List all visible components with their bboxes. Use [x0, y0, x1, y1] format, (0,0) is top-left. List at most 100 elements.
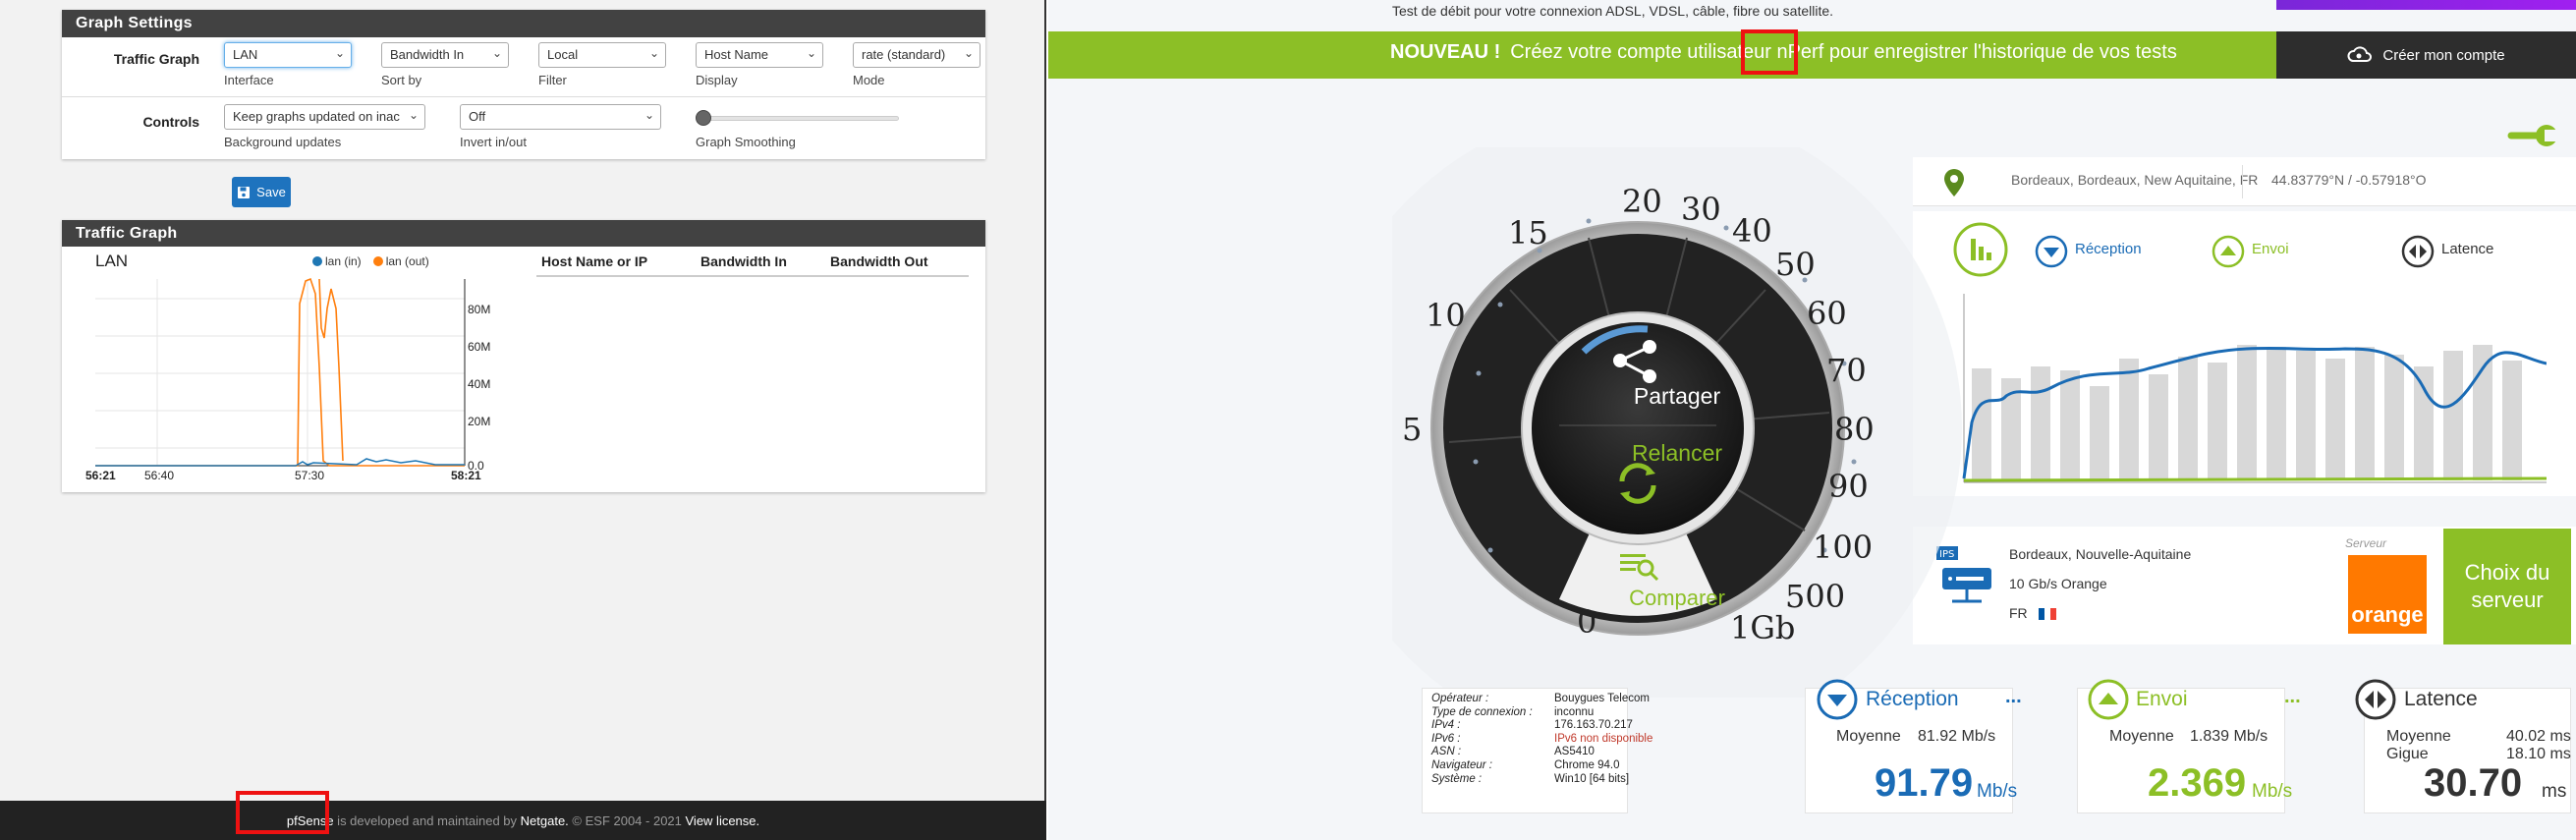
- save-icon: [238, 186, 251, 198]
- upload-icon: [2088, 679, 2129, 720]
- dial-label: 50: [1775, 246, 1816, 283]
- background-updates-select[interactable]: Keep graphs updated on inac ⌄: [224, 104, 425, 130]
- latency-icon[interactable]: [2401, 235, 2435, 268]
- legend-in-label: lan (in): [325, 254, 362, 268]
- nperf-window: Test de débit pour votre connexion ADSL,…: [1048, 0, 2576, 840]
- traffic-chart: [95, 277, 466, 467]
- filter-select[interactable]: Local ⌄: [538, 42, 666, 68]
- latency-icon: [2355, 679, 2396, 720]
- graph-settings-panel: Graph Settings Traffic Graph LAN ⌄ Interf…: [62, 10, 985, 159]
- series-in: [95, 458, 465, 467]
- invert-select[interactable]: Off ⌄: [460, 104, 661, 130]
- create-account-button[interactable]: Créer mon compte: [2276, 31, 2576, 79]
- smoothing-slider-handle[interactable]: [696, 110, 711, 126]
- highlight-box: [236, 791, 329, 834]
- info-key: IPv4 :: [1431, 719, 1461, 732]
- mode-select[interactable]: rate (standard) ⌄: [853, 42, 980, 68]
- upload-icon[interactable]: [2212, 235, 2245, 268]
- comparer-button[interactable]: Comparer: [1598, 586, 1756, 611]
- col-host: Host Name or IP: [541, 253, 648, 269]
- license-link[interactable]: View license.: [686, 813, 760, 828]
- invert-value: Off: [469, 109, 486, 124]
- filter-value: Local: [547, 47, 579, 62]
- envoi-value: 2.369: [2148, 761, 2247, 805]
- latence-unit: ms: [2542, 781, 2567, 802]
- chevron-down-icon: ⌄: [644, 108, 654, 122]
- envoi-unit: Mb/s: [2252, 781, 2293, 802]
- chevron-down-icon: ⌄: [963, 46, 974, 60]
- download-icon[interactable]: [2035, 235, 2068, 268]
- pfsense-window: Graph Settings Traffic Graph LAN ⌄ Interf…: [0, 0, 1046, 840]
- y-tick: 40M: [468, 377, 491, 391]
- server-city: Bordeaux, Nouvelle-Aquitaine: [2009, 546, 2192, 562]
- create-account-label: Créer mon compte: [2382, 46, 2505, 64]
- choose-server-button[interactable]: Choix du serveur: [2443, 529, 2571, 644]
- save-label: Save: [256, 185, 286, 199]
- server-name: 10 Gb/s Orange: [2009, 576, 2107, 591]
- server-country: FR: [2009, 605, 2028, 621]
- y-tick: 60M: [468, 340, 491, 354]
- info-key: IPv6 :: [1431, 732, 1461, 745]
- save-button[interactable]: Save: [232, 177, 291, 207]
- smoothing-slider[interactable]: [698, 116, 899, 121]
- x-tick: 58:21: [451, 469, 481, 482]
- table-header-rule: [536, 275, 969, 277]
- relancer-button[interactable]: Relancer: [1598, 440, 1756, 467]
- sort-by-select[interactable]: Bandwidth In ⌄: [381, 42, 509, 68]
- traffic-graph-panel: Traffic Graph LAN lan (in) lan (out) 80M…: [62, 220, 985, 492]
- banner-text-before: Créez votre compte utilisateur: [1510, 41, 1777, 63]
- dial-label: 0: [1577, 603, 1597, 641]
- share-button[interactable]: Partager: [1598, 383, 1756, 410]
- reception-title: Réception: [1866, 688, 1959, 710]
- footer-text: is developed and maintained by: [333, 812, 521, 828]
- dial-label: 100: [1813, 529, 1874, 566]
- envoi-avg-label: Moyenne: [2109, 728, 2174, 745]
- location-bar: Bordeaux, Bordeaux, New Aquitaine, FR 44…: [1913, 157, 2576, 206]
- chevron-down-icon: ⌄: [491, 46, 502, 60]
- divider: [2242, 165, 2243, 198]
- netgate-link[interactable]: Netgate.: [521, 813, 569, 828]
- interface-caption: Interface: [224, 73, 274, 87]
- latence-avg: 40.02 ms: [2506, 728, 2571, 745]
- jitter-label: Gigue: [2386, 746, 2429, 762]
- info-value: inconnu: [1554, 705, 1595, 718]
- latence-avg-label: Moyenne: [2386, 728, 2451, 745]
- reception-more[interactable]: ...: [2005, 686, 2022, 708]
- sort-by-value: Bandwidth In: [390, 47, 465, 62]
- legend-reception: Réception: [2075, 241, 2142, 257]
- legend-latence: Latence: [2441, 241, 2494, 257]
- chevron-down-icon: ⌄: [648, 46, 659, 60]
- pfsense-footer: pfSense is developed and maintained by N…: [0, 801, 1046, 840]
- dial-label: 90: [1828, 468, 1869, 505]
- divider: [62, 96, 985, 97]
- dial-label: 60: [1807, 295, 1847, 332]
- info-key: Type de connexion :: [1431, 705, 1533, 718]
- promo-banner: NOUVEAU ! Créez votre compte utilisateur …: [1048, 31, 2576, 79]
- envoi-title: Envoi: [2136, 688, 2188, 710]
- info-key: Opérateur :: [1431, 693, 1489, 704]
- envoi-line: [1963, 476, 2547, 482]
- info-key: Navigateur :: [1431, 759, 1493, 771]
- reception-unit: Mb/s: [1977, 781, 2018, 802]
- banner-text-after: pour enregistrer l'historique de vos tes…: [1823, 41, 2177, 63]
- banner-new: NOUVEAU !: [1390, 41, 1501, 63]
- col-bw-in: Bandwidth In: [700, 253, 787, 269]
- location-city: Bordeaux, Bordeaux, New Aquitaine, FR: [2011, 172, 2259, 188]
- legend-envoi: Envoi: [2252, 241, 2289, 257]
- info-value: Win10 [64 bits]: [1554, 772, 1630, 785]
- info-value: Chrome 94.0: [1554, 759, 1620, 771]
- envoi-more[interactable]: ...: [2284, 686, 2301, 708]
- smoothing-caption: Graph Smoothing: [696, 135, 796, 149]
- series-out: [95, 277, 465, 467]
- interface-select[interactable]: LAN ⌄: [224, 42, 352, 68]
- wrench-icon[interactable]: [2507, 120, 2558, 151]
- background-updates-caption: Background updates: [224, 135, 342, 149]
- col-bw-out: Bandwidth Out: [830, 253, 928, 269]
- speed-history-chart: [1962, 294, 2547, 483]
- footer-copyright: © ESF 2004 - 2021: [568, 812, 686, 828]
- flag-fr-icon: [2039, 608, 2056, 620]
- dial-label: 20: [1622, 183, 1662, 220]
- display-select[interactable]: Host Name ⌄: [696, 42, 823, 68]
- info-value: Bouygues Telecom: [1554, 693, 1650, 704]
- chevron-down-icon: ⌄: [806, 46, 816, 60]
